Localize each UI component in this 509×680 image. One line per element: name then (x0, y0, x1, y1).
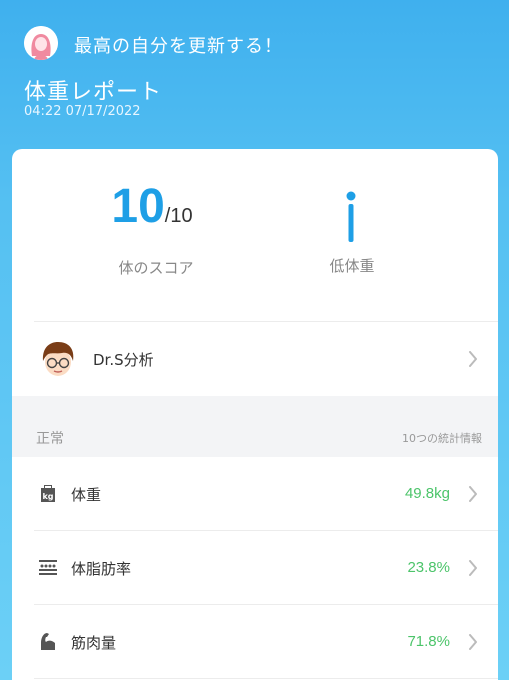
report-card: 10/10 体のスコア 低体重 Dr.S分析 正常 10つの統計情報 kg 体重… (12, 149, 498, 680)
page-title: 体重レポート (24, 80, 163, 105)
metric-label: 筋肉量 (71, 634, 117, 652)
section-title: 正常 (36, 431, 64, 447)
female-avatar-icon[interactable] (24, 26, 58, 60)
score-value: 10 (111, 180, 165, 233)
chevron-right-icon (469, 560, 477, 576)
metric-label: 体脂肪率 (71, 560, 132, 578)
doctor-avatar-icon (38, 339, 78, 379)
muscle-icon (41, 633, 55, 650)
body-score: 10/10 (72, 179, 232, 234)
section-header: 正常 10つの統計情報 (12, 396, 498, 457)
report-timestamp: 04:22 07/17/2022 (24, 104, 141, 119)
body-fat-icon (39, 560, 57, 575)
metric-value: 23.8% (407, 559, 450, 576)
report-header: 最高の自分を更新する！ 体重レポート 04:22 07/17/2022 (0, 0, 509, 150)
metric-value: 71.8% (407, 633, 450, 650)
doctor-analysis-label: Dr.S分析 (93, 351, 154, 369)
weight-kg-icon: kg (41, 485, 55, 502)
slogan-text: 最高の自分を更新する！ (74, 36, 283, 57)
chevron-right-icon (469, 351, 477, 367)
metric-row-body-fat[interactable]: 体脂肪率 23.8% (12, 531, 498, 605)
metric-row-muscle[interactable]: 筋肉量 71.8% (12, 605, 498, 679)
metric-value: 49.8kg (404, 485, 450, 502)
body-figure-icon (346, 191, 356, 242)
doctor-analysis-row[interactable]: Dr.S分析 (12, 322, 498, 396)
body-type-label: 低体重 (329, 257, 375, 275)
chevron-right-icon (469, 486, 477, 502)
score-max: /10 (164, 205, 193, 227)
divider (34, 678, 498, 679)
chevron-right-icon (469, 634, 477, 650)
svg-text:kg: kg (42, 492, 53, 501)
score-label: 体のスコア (118, 259, 194, 277)
metric-label: 体重 (71, 486, 102, 504)
metric-row-weight[interactable]: kg 体重 49.8kg (12, 457, 498, 531)
stats-count: 10つの統計情報 (402, 432, 482, 445)
